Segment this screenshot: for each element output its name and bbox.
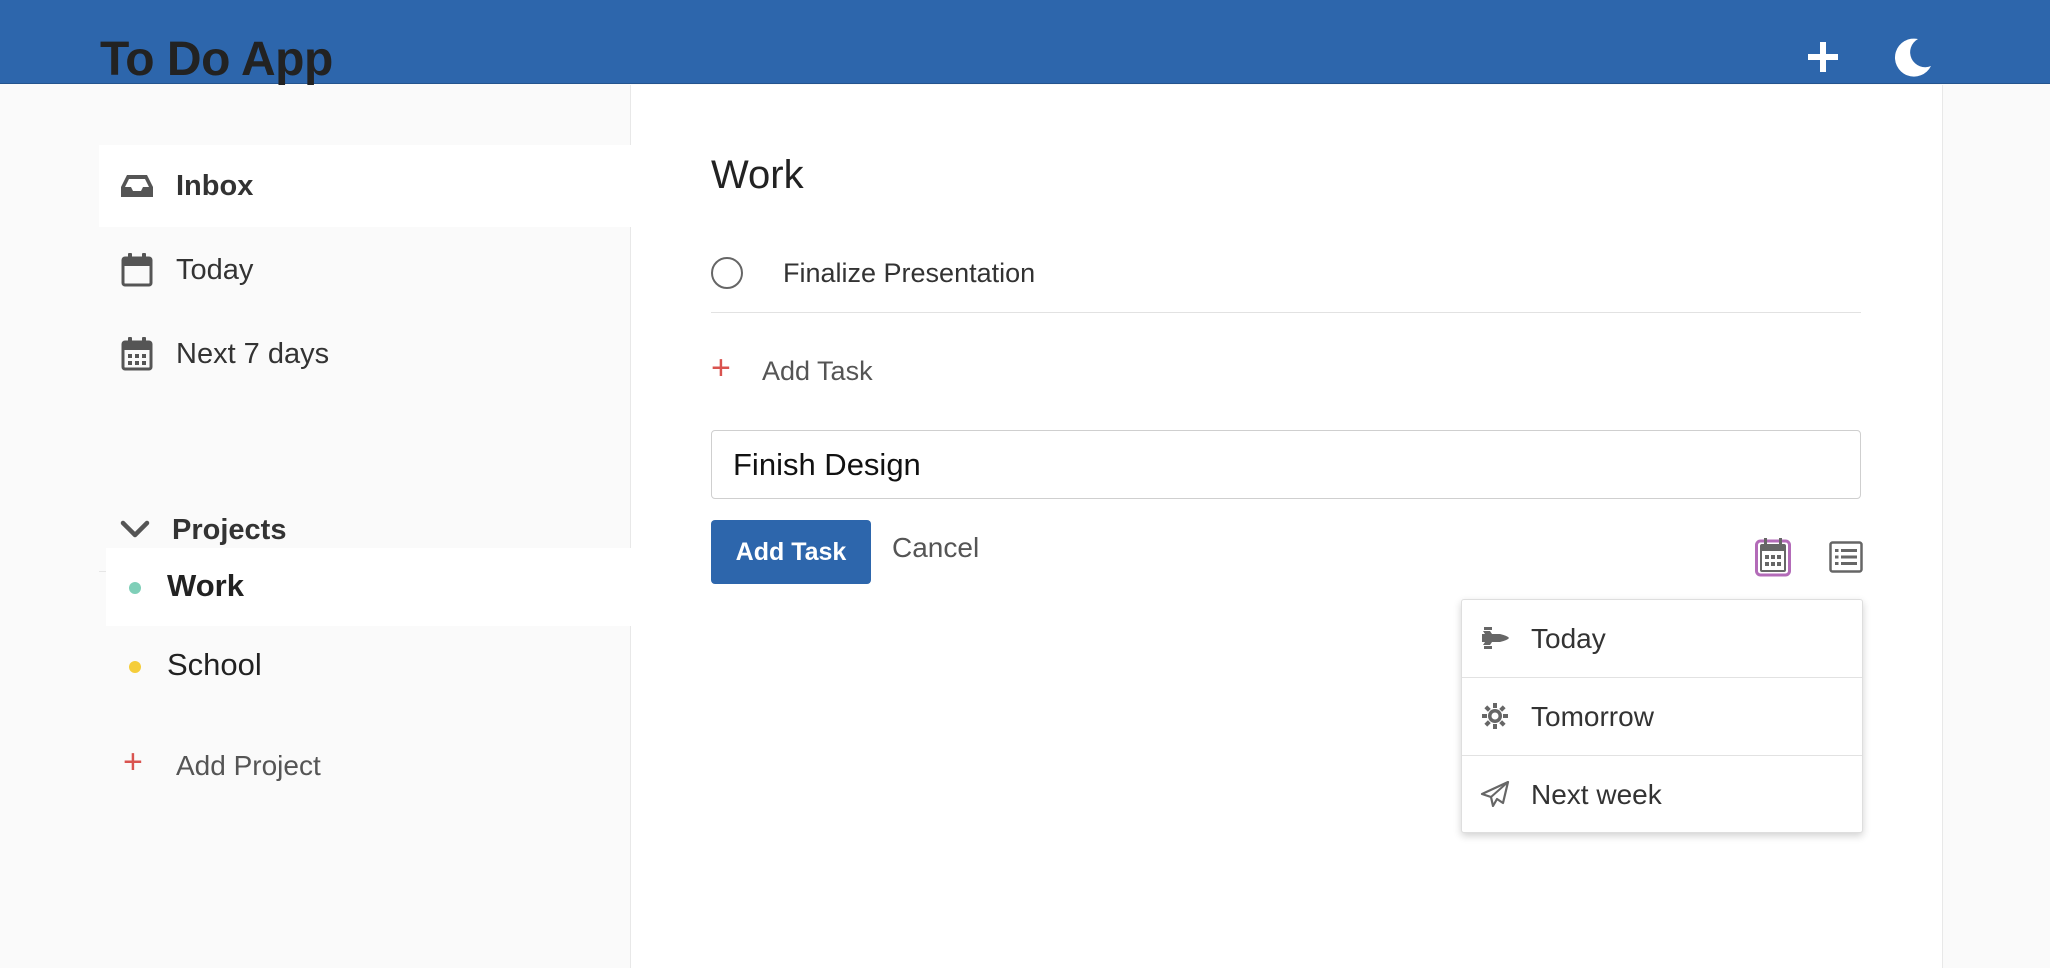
date-option-label: Next week xyxy=(1531,779,1662,810)
project-item-work[interactable]: Work xyxy=(106,548,631,626)
date-option-tomorrow[interactable]: Tomorrow xyxy=(1462,678,1862,756)
add-task-link[interactable]: + Add Task xyxy=(711,347,1011,397)
app-root: To Do App Inbox Today Next 7 days Projec… xyxy=(0,0,2050,968)
task-name-input[interactable] xyxy=(711,430,1861,499)
cancel-button[interactable]: Cancel xyxy=(892,532,979,564)
add-task-label: Add Task xyxy=(762,356,873,386)
dark-mode-toggle[interactable] xyxy=(1892,36,1934,78)
date-option-label: Tomorrow xyxy=(1531,701,1654,732)
paper-plane-icon xyxy=(1480,781,1510,807)
date-option-next-week[interactable]: Next week xyxy=(1462,756,1862,834)
app-title: To Do App xyxy=(100,33,333,86)
add-task-button[interactable]: Add Task xyxy=(711,520,871,584)
date-option-today[interactable]: Today xyxy=(1462,600,1862,678)
sidebar: Inbox Today Next 7 days Projects Work Sc… xyxy=(0,85,631,968)
task-complete-checkbox[interactable] xyxy=(711,257,743,289)
projects-heading: Projects xyxy=(172,514,287,546)
app-header: To Do App xyxy=(0,0,2050,86)
project-color-dot xyxy=(129,582,141,594)
sidebar-item-today[interactable]: Today xyxy=(99,229,631,311)
space-shuttle-icon xyxy=(1482,627,1509,649)
project-color-dot xyxy=(129,661,141,673)
moon-icon xyxy=(1894,38,1931,77)
sidebar-item-label: Inbox xyxy=(176,169,254,202)
calendar-icon xyxy=(121,253,153,287)
list-icon xyxy=(1829,541,1863,573)
calendar-grid-icon xyxy=(121,337,153,371)
inbox-icon xyxy=(121,175,153,197)
calendar-icon xyxy=(1755,538,1791,577)
plus-icon: + xyxy=(123,743,143,781)
project-label: Work xyxy=(167,568,244,603)
add-task-header-button[interactable] xyxy=(1806,40,1840,74)
sidebar-item-inbox[interactable]: Inbox xyxy=(99,145,631,227)
sun-icon xyxy=(1482,703,1508,729)
task-row: Finalize Presentation xyxy=(711,245,1861,313)
set-date-button[interactable] xyxy=(1755,537,1791,577)
main-panel: Work Finalize Presentation + Add Task Ad… xyxy=(631,85,1943,968)
task-name: Finalize Presentation xyxy=(783,258,1036,288)
page-title: Work xyxy=(711,153,804,197)
sidebar-item-label: Today xyxy=(176,253,254,286)
date-dropdown-menu: Today Tomorrow Next week xyxy=(1461,599,1863,833)
plus-icon xyxy=(1808,42,1838,72)
chevron-down-icon xyxy=(120,520,150,538)
sidebar-item-next-7-days[interactable]: Next 7 days xyxy=(99,313,631,395)
set-project-button[interactable] xyxy=(1829,541,1863,573)
add-project-button[interactable]: + Add Project xyxy=(99,740,519,796)
project-label: School xyxy=(167,647,262,682)
sidebar-item-label: Next 7 days xyxy=(176,337,330,370)
plus-icon: + xyxy=(711,349,731,387)
date-option-label: Today xyxy=(1531,623,1606,654)
project-item-school[interactable]: School xyxy=(106,627,631,705)
add-project-label: Add Project xyxy=(176,750,321,781)
